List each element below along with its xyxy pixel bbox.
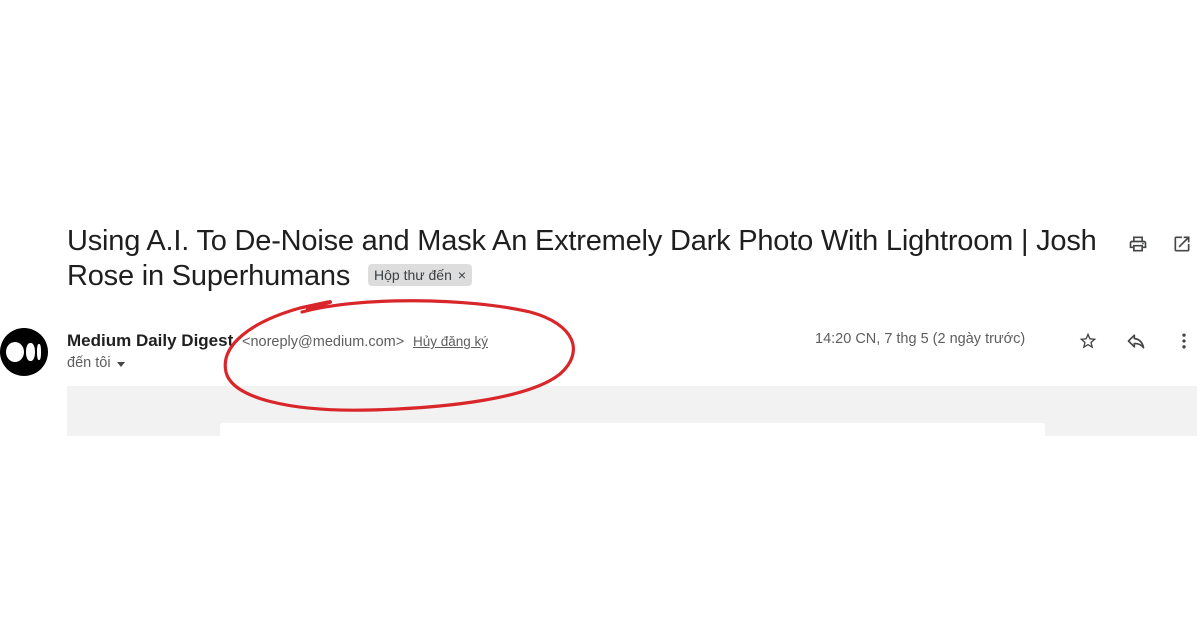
subject-text: Using A.I. To De-Noise and Mask An Extre… xyxy=(67,225,1097,292)
print-icon xyxy=(1129,236,1147,252)
recipient-details-toggle[interactable]: đến tôi xyxy=(67,355,125,371)
remove-label-button[interactable]: × xyxy=(458,265,466,285)
chevron-down-icon xyxy=(116,361,125,367)
recipient-text: đến tôi xyxy=(67,355,111,371)
medium-logo-dot-small xyxy=(37,344,41,360)
unsubscribe-link[interactable]: Hủy đăng ký xyxy=(413,334,488,349)
sender-name[interactable]: Medium Daily Digest xyxy=(67,331,233,350)
star-button[interactable] xyxy=(1076,329,1100,353)
open-in-new-window-icon xyxy=(1174,236,1190,252)
inbox-label-text: Hộp thư đến xyxy=(374,267,452,283)
email-view: Using A.I. To De-Noise and Mask An Extre… xyxy=(0,0,1200,625)
reply-button[interactable] xyxy=(1124,329,1148,353)
sender-email: <noreply@medium.com> xyxy=(242,334,405,350)
more-vert-icon xyxy=(1182,333,1186,349)
email-body-card xyxy=(220,423,1045,437)
print-button[interactable] xyxy=(1126,232,1150,256)
sender-info: Medium Daily Digest <noreply@medium.com>… xyxy=(67,330,488,353)
reply-icon xyxy=(1127,334,1145,349)
email-subject: Using A.I. To De-Noise and Mask An Extre… xyxy=(67,224,1097,294)
thread-actions xyxy=(1126,232,1194,256)
message-actions xyxy=(1076,329,1196,353)
star-icon xyxy=(1079,332,1097,349)
medium-logo-dot-medium xyxy=(26,343,35,361)
inbox-label-chip[interactable]: Hộp thư đến × xyxy=(368,264,473,286)
open-in-new-window-button[interactable] xyxy=(1170,232,1194,256)
email-timestamp: 14:20 CN, 7 thg 5 (2 ngày trước) xyxy=(815,331,1026,347)
sender-avatar[interactable] xyxy=(0,328,48,376)
more-options-button[interactable] xyxy=(1172,329,1196,353)
red-annotation-circle xyxy=(223,299,575,412)
medium-logo-dot-large xyxy=(6,342,24,362)
